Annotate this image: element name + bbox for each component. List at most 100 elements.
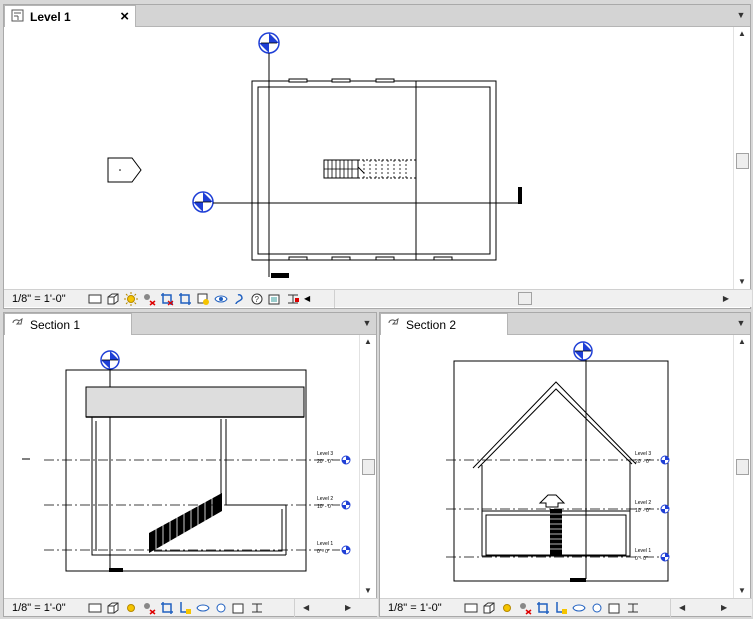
tab-section-1[interactable]: Section 1 [4,313,132,335]
scroll-thumb[interactable] [362,459,375,475]
section-marker-icon[interactable] [573,341,593,361]
view-scale[interactable]: 1/8" = 1'-0" [380,602,464,614]
level-3-tag[interactable]: Level 3 20' - 0" [317,451,351,465]
visual-style-icon[interactable] [482,601,496,615]
svg-text:0' - 0": 0' - 0" [635,556,648,562]
vertical-scrollbar[interactable]: ▲ ▼ [733,335,750,598]
scroll-down-icon[interactable]: ▼ [734,275,750,289]
shadows-icon[interactable] [142,292,156,306]
shadows-icon[interactable] [142,601,156,615]
constraints-icon[interactable] [250,601,264,615]
sun-path-icon[interactable] [124,601,138,615]
reveal-hidden-icon[interactable] [572,601,586,615]
svg-text:20' - 0": 20' - 0" [635,459,651,465]
view-tab-bar: Section 1 ▼ [4,313,376,335]
show-crop-region-icon[interactable] [554,601,568,615]
scroll-up-icon[interactable]: ▲ [734,335,750,349]
scroll-left-icon[interactable]: ◀ [679,599,685,617]
detail-level-icon[interactable] [88,292,102,306]
view-tab-bar: Level 1 × ▼ [4,5,750,27]
sun-path-icon[interactable] [500,601,514,615]
svg-text:20' - 0": 20' - 0" [317,459,333,465]
crop-view-icon[interactable] [536,601,550,615]
horizontal-scrollbar[interactable]: ◀ ▶ [670,599,748,617]
svg-text:Level 2: Level 2 [317,496,333,502]
more-icon[interactable]: ◀ [304,292,318,306]
reveal-hidden-icon[interactable] [214,292,228,306]
section-marker-icon[interactable] [258,32,280,54]
view-scale[interactable]: 1/8" = 1'-0" [4,293,88,305]
scroll-right-icon[interactable]: ▶ [345,599,351,617]
show-crop-region-icon[interactable] [178,292,192,306]
reveal-hidden-icon[interactable] [196,601,210,615]
horizontal-scrollbar[interactable]: ▶ [334,290,735,308]
section-1-canvas[interactable]: Level 3 20' - 0" Level 2 10' - 0" Level … [4,335,358,598]
tab-label: Section 2 [406,317,457,332]
scroll-left-icon[interactable]: ◀ [303,599,309,617]
visual-style-icon[interactable] [106,601,120,615]
crop-view-icon[interactable] [160,292,174,306]
view-scale[interactable]: 1/8" = 1'-0" [4,602,88,614]
scroll-down-icon[interactable]: ▼ [360,584,376,598]
tab-dropdown-icon[interactable]: ▼ [736,317,746,329]
lock-3d-icon[interactable] [232,292,246,306]
scroll-thumb[interactable] [736,459,749,475]
level-1-tag[interactable]: Level 1 0' - 0" [317,541,351,555]
constraints-icon[interactable] [626,601,640,615]
analytical-model-icon[interactable] [590,601,604,615]
tab-label: Section 1 [30,317,81,332]
detail-level-icon[interactable] [88,601,102,615]
floor-plan-view-level-1[interactable]: Level 1 × ▼ ▲ ▼ 1/8" = 1'-0" ? ◀ ▶ [3,4,752,309]
shadows-icon[interactable] [518,601,532,615]
vertical-scrollbar[interactable]: ▲ ▼ [359,335,376,598]
show-crop-region-icon[interactable] [178,601,192,615]
view-control-bar: 1/8" = 1'-0" ◀ ▶ [4,598,378,617]
scroll-thumb[interactable] [736,153,749,169]
svg-text:?: ? [255,295,260,304]
tab-dropdown-icon[interactable]: ▼ [736,9,746,21]
tab-section-2[interactable]: Section 2 [380,313,508,335]
highlight-displacement-icon[interactable] [232,601,246,615]
floor-plan-icon [11,9,24,25]
scroll-right-icon[interactable]: ▶ [721,599,727,617]
visual-style-icon[interactable] [106,292,120,306]
temporary-hide-icon[interactable] [196,292,210,306]
level-2-tag[interactable]: Level 2 10' - 0" [635,500,670,514]
tab-level-1[interactable]: Level 1 × [4,5,136,27]
section-view-2[interactable]: Section 2 ▼ Level 3 20' - 0" Level 2 10'… [379,312,752,617]
tab-dropdown-icon[interactable]: ▼ [362,317,372,329]
stair[interactable] [323,159,417,179]
crop-view-icon[interactable] [160,601,174,615]
svg-text:0' - 0": 0' - 0" [317,549,330,555]
scroll-up-icon[interactable]: ▲ [734,27,750,41]
constraints-icon[interactable] [286,292,300,306]
section-2-canvas[interactable]: Level 3 20' - 0" Level 2 10' - 0" Level … [380,335,732,598]
scroll-up-icon[interactable]: ▲ [360,335,376,349]
section-marker-icon[interactable] [100,350,120,370]
section-view-1[interactable]: Section 1 ▼ Level 3 20' - 0" Level 2 10'… [3,312,378,617]
scroll-thumb[interactable] [518,292,532,305]
highlight-displacement-icon[interactable] [268,292,282,306]
level-3-tag[interactable]: Level 3 20' - 0" [635,451,670,465]
view-control-bar: 1/8" = 1'-0" ? ◀ ▶ [4,289,752,308]
floor-plan-canvas[interactable] [4,27,732,289]
tab-label: Level 1 [30,9,71,24]
svg-text:10' - 0": 10' - 0" [317,504,333,510]
horizontal-scrollbar[interactable]: ◀ ▶ [294,599,374,617]
section-view-icon [387,317,400,333]
svg-text:10' - 0": 10' - 0" [635,508,651,514]
analytical-model-icon[interactable] [214,601,228,615]
detail-level-icon[interactable] [464,601,478,615]
level-2-tag[interactable]: Level 2 10' - 0" [317,496,351,510]
section-marker-icon[interactable] [192,191,214,213]
scroll-down-icon[interactable]: ▼ [734,584,750,598]
highlight-displacement-icon[interactable] [608,601,622,615]
svg-text:Level 2: Level 2 [635,500,651,506]
sun-path-icon[interactable] [124,291,138,306]
analytical-model-icon[interactable]: ? [250,292,264,306]
elevation-marker-icon[interactable] [107,157,142,183]
scroll-right-icon[interactable]: ▶ [723,290,729,308]
vertical-scrollbar[interactable]: ▲ ▼ [733,27,750,289]
close-icon[interactable]: × [120,8,129,25]
level-1-tag[interactable]: Level 1 0' - 0" [635,548,670,562]
